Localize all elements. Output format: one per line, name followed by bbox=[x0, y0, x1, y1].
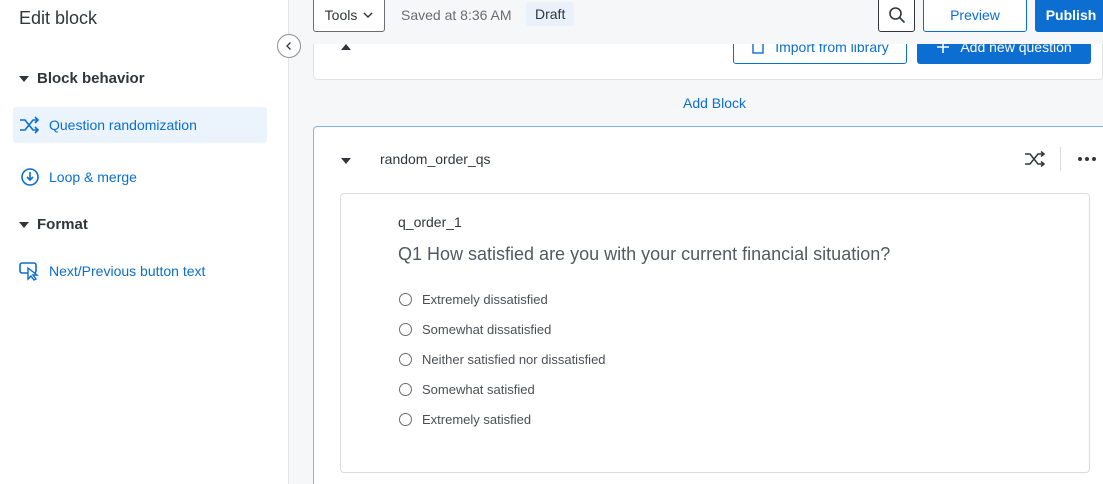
import-label: Import from library bbox=[775, 44, 889, 55]
section-block-behavior[interactable]: Block behavior bbox=[19, 70, 145, 87]
choice-label: Neither satisfied nor dissatisfied bbox=[422, 351, 606, 367]
shuffle-icon bbox=[1025, 151, 1046, 167]
caret-down-icon[interactable] bbox=[341, 158, 351, 164]
sidebar-item-label: Question randomization bbox=[49, 117, 197, 133]
add-block-link[interactable]: Add Block bbox=[683, 95, 746, 111]
sidebar-title: Edit block bbox=[19, 8, 98, 28]
previous-block: Import from library Add new question bbox=[313, 44, 1103, 80]
chevron-down-icon bbox=[363, 12, 373, 18]
search-button[interactable] bbox=[878, 0, 915, 32]
saved-status: Saved at 8:36 AM bbox=[401, 7, 512, 23]
choice-option[interactable]: Somewhat dissatisfied bbox=[399, 314, 606, 344]
question-card[interactable]: q_order_1 Q1 How satisfied are you with … bbox=[340, 193, 1090, 473]
radio-button[interactable] bbox=[399, 322, 412, 336]
radio-button[interactable] bbox=[399, 292, 412, 306]
section-label: Block behavior bbox=[37, 70, 145, 87]
plus-icon bbox=[937, 44, 950, 53]
more-options-button[interactable] bbox=[1074, 149, 1100, 169]
add-new-question-button[interactable]: Add new question bbox=[917, 44, 1091, 64]
shuffle-icon bbox=[20, 116, 40, 134]
radio-button[interactable] bbox=[399, 352, 412, 366]
divider bbox=[1060, 147, 1061, 171]
choice-option[interactable]: Neither satisfied nor dissatisfied bbox=[399, 344, 606, 374]
publish-button[interactable]: Publish bbox=[1035, 0, 1103, 32]
block-randomization-button[interactable] bbox=[1022, 147, 1048, 171]
radio-button[interactable] bbox=[399, 412, 412, 426]
survey-block[interactable]: random_order_qs q_order_1 Q1 How satisfi… bbox=[313, 126, 1103, 484]
caret-down-icon bbox=[19, 221, 29, 228]
choice-option[interactable]: Somewhat satisfied bbox=[399, 374, 606, 404]
sidebar-item-loop-merge[interactable]: Loop & merge bbox=[13, 159, 267, 195]
tools-label: Tools bbox=[324, 7, 358, 23]
choice-label: Somewhat satisfied bbox=[422, 381, 535, 397]
collapse-sidebar-button[interactable] bbox=[277, 34, 301, 58]
choice-label: Somewhat dissatisfied bbox=[422, 321, 552, 337]
add-question-label: Add new question bbox=[960, 44, 1072, 55]
caret-up-icon[interactable] bbox=[341, 44, 351, 50]
question-text[interactable]: Q1 How satisfied are you with your curre… bbox=[398, 244, 890, 265]
choice-label: Extremely dissatisfied bbox=[422, 291, 548, 307]
preview-button[interactable]: Preview bbox=[923, 0, 1027, 32]
radio-button[interactable] bbox=[399, 382, 412, 396]
library-icon bbox=[752, 44, 764, 54]
section-label: Format bbox=[37, 216, 88, 233]
loop-icon bbox=[21, 168, 39, 186]
chevron-left-icon bbox=[286, 42, 291, 50]
question-id[interactable]: q_order_1 bbox=[398, 214, 462, 230]
import-from-library-button[interactable]: Import from library bbox=[733, 44, 907, 64]
sidebar-item-question-randomization[interactable]: Question randomization bbox=[13, 107, 267, 143]
more-dot bbox=[1085, 157, 1089, 161]
sidebar-item-next-previous-button-text[interactable]: Next/Previous button text bbox=[13, 253, 267, 289]
cursor-click-icon bbox=[19, 262, 40, 281]
edit-block-sidebar: Edit block Block behavior Question rando… bbox=[0, 0, 289, 484]
caret-down-icon bbox=[19, 75, 29, 82]
choice-label: Extremely satisfied bbox=[422, 411, 532, 427]
choice-list: Extremely dissatisfied Somewhat dissatis… bbox=[399, 284, 606, 434]
top-toolbar: Tools Saved at 8:36 AM Draft Preview Pub… bbox=[289, 0, 1103, 36]
section-format[interactable]: Format bbox=[19, 216, 88, 233]
choice-option[interactable]: Extremely satisfied bbox=[399, 404, 606, 434]
block-name[interactable]: random_order_qs bbox=[380, 151, 491, 167]
draft-badge: Draft bbox=[526, 2, 575, 26]
more-dot bbox=[1092, 157, 1096, 161]
sidebar-item-label: Loop & merge bbox=[49, 169, 137, 185]
tools-dropdown-button[interactable]: Tools bbox=[313, 0, 385, 32]
more-dot bbox=[1078, 157, 1082, 161]
sidebar-item-label: Next/Previous button text bbox=[49, 263, 206, 279]
choice-option[interactable]: Extremely dissatisfied bbox=[399, 284, 606, 314]
search-icon bbox=[888, 7, 905, 24]
